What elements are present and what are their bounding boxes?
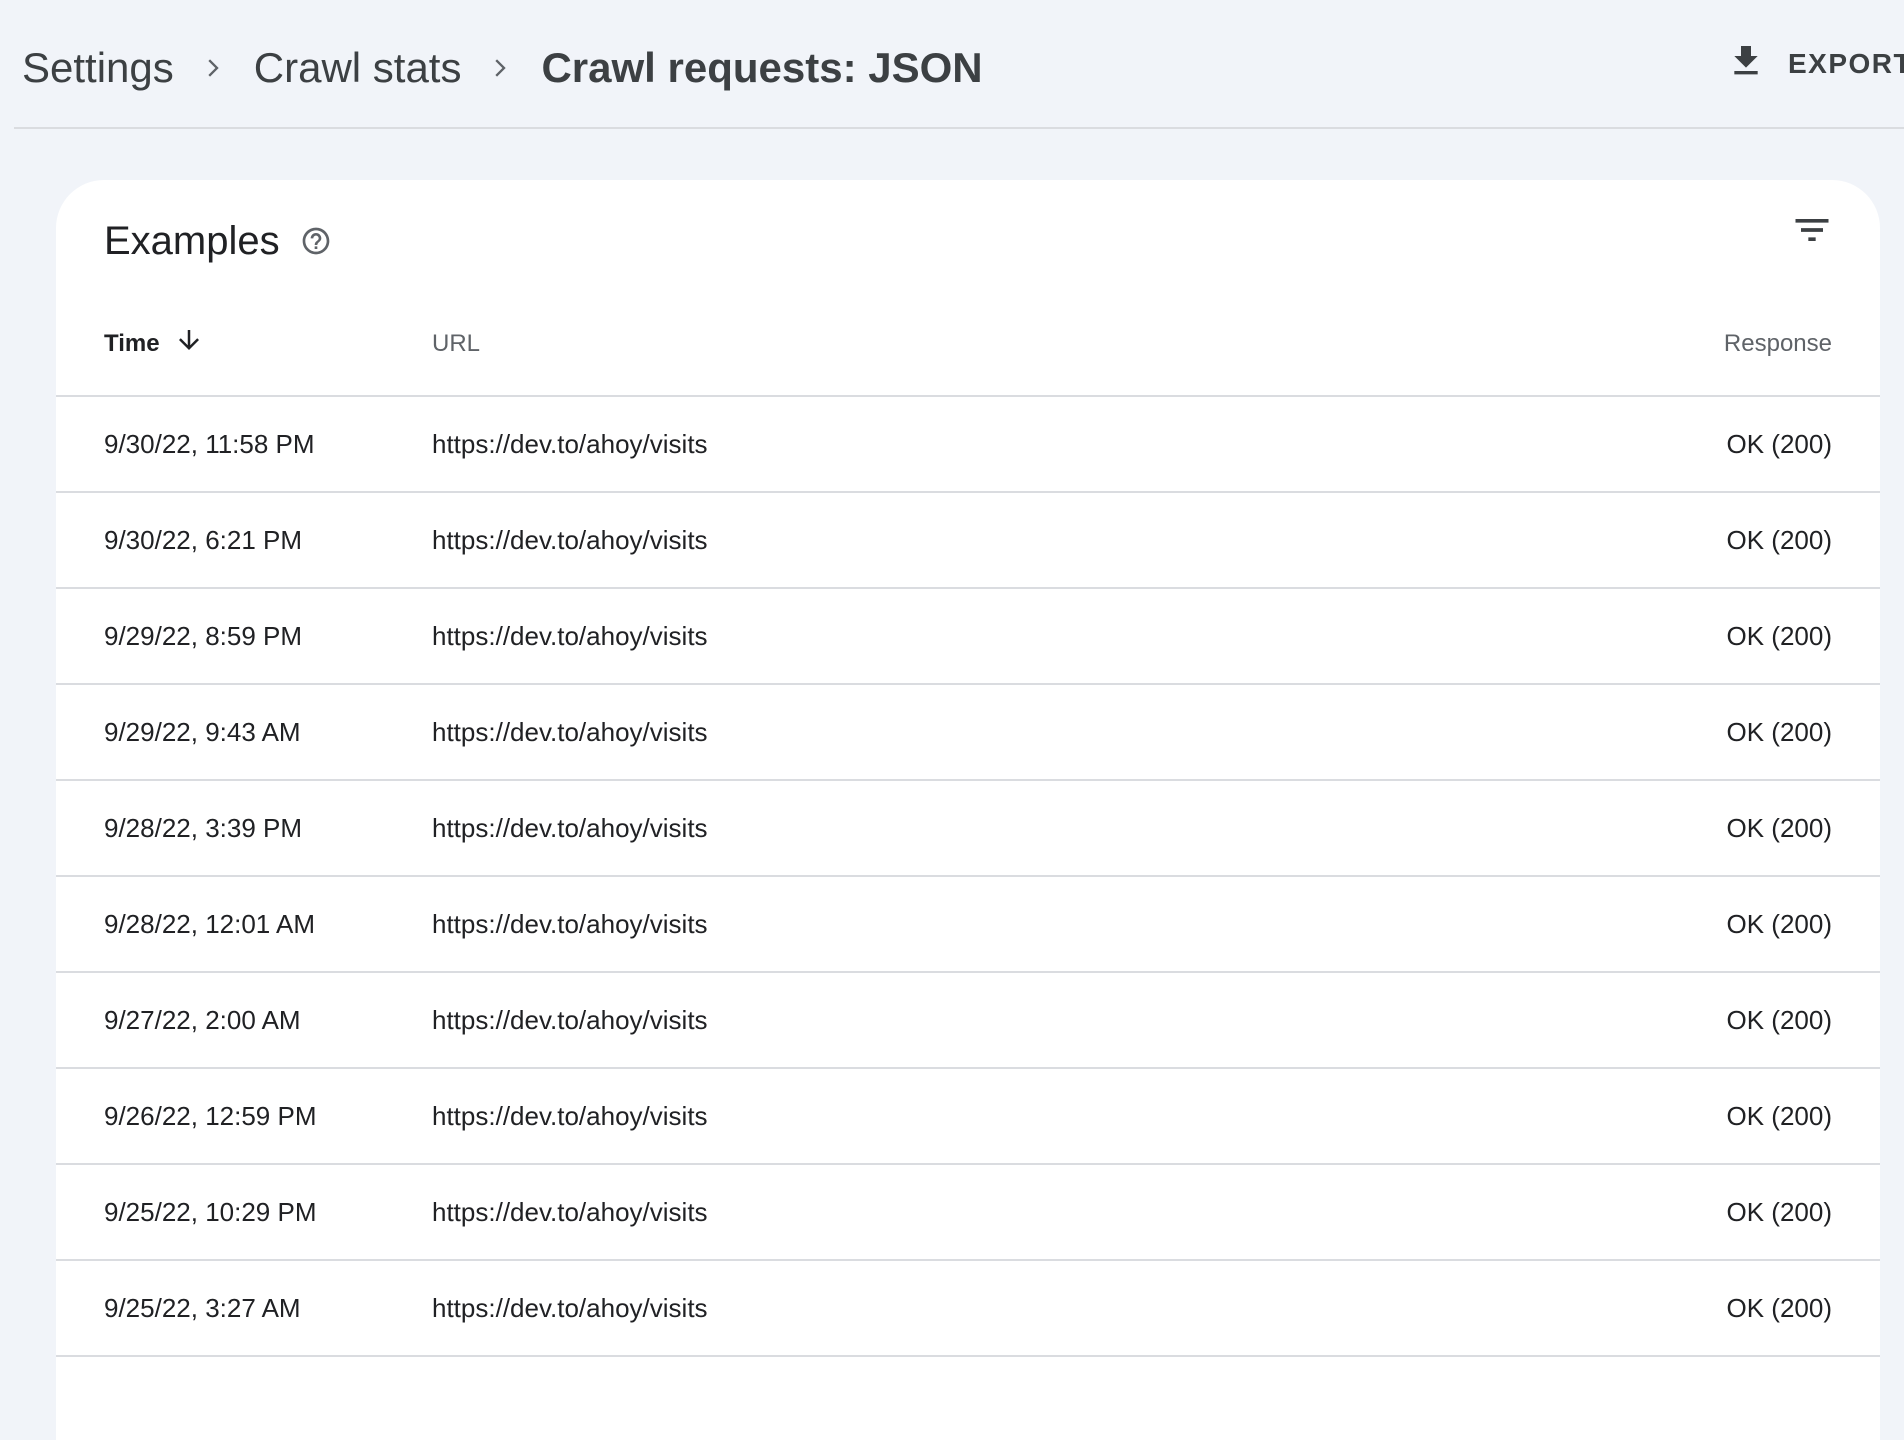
breadcrumb-crawl-stats[interactable]: Crawl stats bbox=[254, 44, 462, 92]
row-response: OK (200) bbox=[1726, 812, 1833, 843]
table-row[interactable]: 9/25/22, 3:27 AM https://dev.to/ahoy/visi… bbox=[56, 1261, 1880, 1357]
row-url: https://dev.to/ahoy/visits bbox=[432, 1292, 708, 1323]
breadcrumb-settings[interactable]: Settings bbox=[22, 44, 174, 92]
row-response: OK (200) bbox=[1726, 716, 1833, 747]
row-response: OK (200) bbox=[1726, 1196, 1833, 1227]
row-url: https://dev.to/ahoy/visits bbox=[432, 812, 708, 843]
card-title-text: Examples bbox=[104, 218, 280, 263]
table-row[interactable]: 9/25/22, 10:29 PM https://dev.to/ahoy/vis… bbox=[56, 1165, 1880, 1261]
breadcrumb: Settings Crawl stats Crawl requests: JSO… bbox=[22, 36, 983, 100]
row-time: 9/28/22, 12:01 AM bbox=[104, 908, 316, 939]
export-button[interactable]: EXPORT bbox=[1726, 36, 1904, 92]
row-url: https://dev.to/ahoy/visits bbox=[432, 908, 708, 939]
arrow-down-icon bbox=[174, 325, 204, 362]
column-header-url[interactable]: URL bbox=[432, 290, 480, 397]
table-row[interactable]: 9/27/22, 2:00 AM https://dev.to/ahoy/visi… bbox=[56, 973, 1880, 1069]
row-time: 9/28/22, 3:39 PM bbox=[104, 812, 303, 843]
row-time: 9/30/22, 6:21 PM bbox=[104, 524, 303, 555]
row-time: 9/25/22, 3:27 AM bbox=[104, 1292, 301, 1323]
row-url: https://dev.to/ahoy/visits bbox=[432, 428, 708, 459]
header-divider bbox=[14, 127, 1904, 129]
download-icon bbox=[1726, 41, 1766, 88]
row-url: https://dev.to/ahoy/visits bbox=[432, 1100, 708, 1131]
column-header-time[interactable]: Time bbox=[104, 290, 204, 397]
table-row[interactable]: 9/29/22, 9:43 AM https://dev.to/ahoy/visi… bbox=[56, 685, 1880, 781]
row-response: OK (200) bbox=[1726, 1004, 1833, 1035]
card-title: Examples bbox=[104, 206, 332, 276]
row-time: 9/25/22, 10:29 PM bbox=[104, 1196, 317, 1227]
row-response: OK (200) bbox=[1726, 620, 1833, 651]
filter-icon[interactable] bbox=[1790, 208, 1834, 252]
row-url: https://dev.to/ahoy/visits bbox=[432, 716, 708, 747]
table-row[interactable]: 9/30/22, 6:21 PM https://dev.to/ahoy/visi… bbox=[56, 493, 1880, 589]
table-header: Time URL Response bbox=[56, 290, 1880, 397]
row-url: https://dev.to/ahoy/visits bbox=[432, 1196, 708, 1227]
table-row[interactable]: 9/30/22, 11:58 PM https://dev.to/ahoy/vis… bbox=[56, 397, 1880, 493]
row-time: 9/27/22, 2:00 AM bbox=[104, 1004, 301, 1035]
table-row[interactable]: 9/28/22, 3:39 PM https://dev.to/ahoy/visi… bbox=[56, 781, 1880, 877]
page-title: Crawl requests: JSON bbox=[541, 44, 983, 91]
column-header-time-label: Time bbox=[104, 329, 160, 357]
page-header: Settings Crawl stats Crawl requests: JSO… bbox=[0, 0, 1904, 130]
row-time: 9/30/22, 11:58 PM bbox=[104, 428, 315, 459]
examples-card: Examples Time URL Response 9/30/22, 11:5… bbox=[56, 180, 1880, 1440]
row-response: OK (200) bbox=[1726, 1100, 1833, 1131]
row-response: OK (200) bbox=[1726, 428, 1833, 459]
export-label: EXPORT bbox=[1788, 48, 1904, 79]
row-response: OK (200) bbox=[1726, 908, 1833, 939]
row-time: 9/26/22, 12:59 PM bbox=[104, 1100, 317, 1131]
row-response: OK (200) bbox=[1726, 524, 1833, 555]
table-row[interactable]: 9/26/22, 12:59 PM https://dev.to/ahoy/vis… bbox=[56, 1069, 1880, 1165]
chevron-right-icon bbox=[174, 36, 254, 100]
column-header-response[interactable]: Response bbox=[1724, 290, 1832, 397]
row-url: https://dev.to/ahoy/visits bbox=[432, 620, 708, 651]
chevron-right-icon bbox=[461, 36, 541, 100]
table-row[interactable]: 9/28/22, 12:01 AM https://dev.to/ahoy/vis… bbox=[56, 877, 1880, 973]
row-url: https://dev.to/ahoy/visits bbox=[432, 1004, 708, 1035]
row-response: OK (200) bbox=[1726, 1292, 1833, 1323]
table-body: 9/30/22, 11:58 PM https://dev.to/ahoy/vis… bbox=[56, 397, 1880, 1357]
row-time: 9/29/22, 8:59 PM bbox=[104, 620, 303, 651]
table-row[interactable]: 9/29/22, 8:59 PM https://dev.to/ahoy/visi… bbox=[56, 589, 1880, 685]
help-circle-icon[interactable] bbox=[300, 225, 332, 257]
row-time: 9/29/22, 9:43 AM bbox=[104, 716, 301, 747]
row-url: https://dev.to/ahoy/visits bbox=[432, 524, 708, 555]
